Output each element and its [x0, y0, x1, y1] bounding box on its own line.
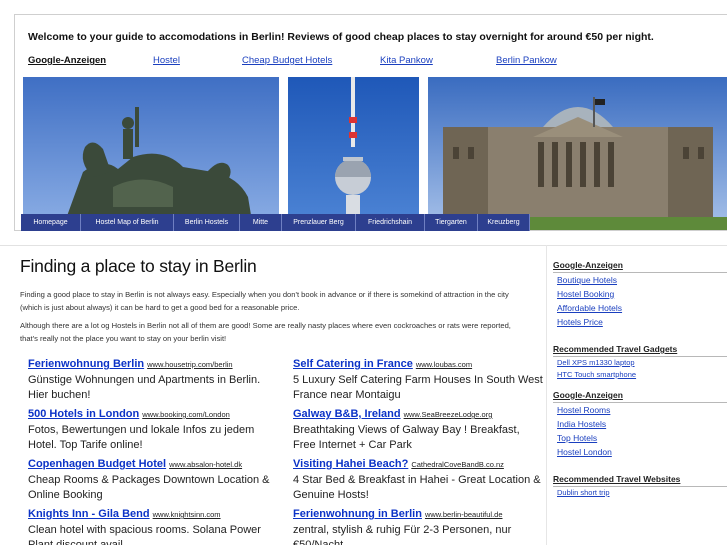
ad-description: 4 Star Bed & Breakfast in Hahei - Great …	[293, 474, 541, 501]
sidebar-gadgets-heading: Recommended Travel Gadgets	[553, 344, 678, 354]
nav-friedrichshain[interactable]: Friedrichshain	[356, 214, 425, 231]
sidebar-ads-heading[interactable]: Google-Anzeigen	[553, 260, 623, 270]
tv-tower-photo	[288, 77, 419, 230]
ad-unit[interactable]: Ferienwohnung in Berlin www.berlin-beauti…	[293, 507, 545, 545]
sidebar-link-hostel-rooms[interactable]: Hostel Rooms	[557, 405, 610, 415]
ad-title[interactable]: 500 Hotels in London	[28, 408, 139, 420]
ad-title[interactable]: Knights Inn - Gila Bend	[28, 508, 150, 520]
ad-title[interactable]: Copenhagen Budget Hotel	[28, 458, 166, 470]
sidebar-link-dell-xps[interactable]: Dell XPS m1330 laptop	[557, 358, 635, 367]
sidebar-link-boutique-hotels[interactable]: Boutique Hotels	[557, 275, 617, 285]
header-photos	[23, 77, 727, 230]
ad-title[interactable]: Galway B&B, Ireland	[293, 408, 401, 420]
ad-url[interactable]: CathedralCoveBandB.co.nz	[411, 460, 504, 469]
ad-url[interactable]: www.berlin-beautiful.de	[425, 510, 503, 519]
ad-unit[interactable]: Galway B&B, Ireland www.SeaBreezeLodge.or…	[293, 407, 545, 452]
ad-unit[interactable]: 500 Hotels in London www.booking.com/Lond…	[28, 407, 280, 452]
google-ads-label[interactable]: Google-Anzeigen	[28, 55, 106, 66]
sidebar-link-hostel-london[interactable]: Hostel London	[557, 447, 612, 457]
ad-description: zentral, stylish & ruhig Für 2-3 Persone…	[293, 524, 512, 545]
ad-title[interactable]: Self Catering in France	[293, 358, 413, 370]
ad-url[interactable]: www.housetrip.com/berlin	[147, 360, 232, 369]
sidebar-link-india-hostels[interactable]: India Hostels	[557, 419, 606, 429]
top-links-bar: Google-Anzeigen Hostel Cheap Budget Hote…	[28, 55, 718, 69]
sidebar-link-hostel-booking[interactable]: Hostel Booking	[557, 289, 614, 299]
ad-title[interactable]: Ferienwohnung in Berlin	[293, 508, 422, 520]
ad-url[interactable]: www.knightsinn.com	[153, 510, 221, 519]
reichstag-photo	[428, 77, 727, 230]
sidebar-link-dublin-short-trip[interactable]: Dublin short trip	[557, 488, 610, 497]
nav-hostel-map-of-berlin[interactable]: Hostel Map of Berlin	[81, 214, 174, 231]
top-link-kita-pankow[interactable]: Kita Pankow	[380, 55, 433, 66]
ad-url[interactable]: www.loubas.com	[416, 360, 472, 369]
nav-prenzlauer-berg[interactable]: Prenzlauer Berg	[282, 214, 356, 231]
ad-unit[interactable]: Copenhagen Budget Hotel www.absalon-hotel…	[28, 457, 280, 502]
ad-url[interactable]: www.booking.com/London	[142, 410, 230, 419]
ad-grid: Ferienwohnung Berlin www.housetrip.com/be…	[28, 357, 550, 545]
ad-unit[interactable]: Visiting Hahei Beach? CathedralCoveBandB.…	[293, 457, 545, 502]
top-link-cheap-budget-hotels[interactable]: Cheap Budget Hotels	[242, 55, 332, 66]
sidebar-link-affordable-hotels[interactable]: Affordable Hotels	[557, 303, 622, 313]
ad-unit[interactable]: Self Catering in France www.loubas.com 5 …	[293, 357, 545, 402]
sidebar-rule	[553, 486, 727, 487]
welcome-text: Welcome to your guide to accomodations i…	[28, 31, 654, 43]
ad-description: Breathtaking Views of Galway Bay ! Break…	[293, 424, 520, 451]
nav-mitte[interactable]: Mitte	[240, 214, 282, 231]
sidebar-rule	[553, 356, 727, 357]
sidebar-websites-heading: Recommended Travel Websites	[553, 474, 681, 484]
ad-description: Günstige Wohnungen und Apartments in Ber…	[28, 374, 261, 401]
header-divider	[0, 245, 727, 246]
nav-tiergarten[interactable]: Tiergarten	[425, 214, 478, 231]
sidebar-link-top-hotels[interactable]: Top Hotels	[557, 433, 597, 443]
ad-title[interactable]: Ferienwohnung Berlin	[28, 358, 144, 370]
top-link-berlin-pankow[interactable]: Berlin Pankow	[496, 55, 557, 66]
nav-kreuzberg[interactable]: Kreuzberg	[478, 214, 530, 231]
ad-unit[interactable]: Ferienwohnung Berlin www.housetrip.com/be…	[28, 357, 280, 402]
ad-description: 5 Luxury Self Catering Farm Houses In So…	[293, 374, 543, 401]
quadriga-photo	[23, 77, 279, 230]
intro-paragraph-1: Finding a good place to stay in Berlin i…	[20, 290, 509, 312]
sidebar-link-htc-touch[interactable]: HTC Touch smartphone	[557, 370, 636, 379]
sidebar-rule	[553, 272, 727, 273]
header-box: Welcome to your guide to accomodations i…	[14, 14, 727, 231]
sidebar-link-hotels-price[interactable]: Hotels Price	[557, 317, 603, 327]
sidebar-ads-heading-2[interactable]: Google-Anzeigen	[553, 390, 623, 400]
sidebar-divider	[546, 245, 547, 545]
sidebar-rule	[553, 402, 727, 403]
ad-description: Fotos, Bewertungen und lokale Infos zu j…	[28, 424, 255, 451]
page-title: Finding a place to stay in Berlin	[20, 256, 257, 276]
top-link-hostel[interactable]: Hostel	[153, 55, 180, 66]
intro-paragraph-2: Although there are a lot og Hostels in B…	[20, 321, 511, 343]
nav-berlin-hostels[interactable]: Berlin Hostels	[174, 214, 240, 231]
ad-url[interactable]: www.SeaBreezeLodge.org	[404, 410, 493, 419]
ad-description: Cheap Rooms & Packages Downtown Location…	[28, 474, 270, 501]
ad-title[interactable]: Visiting Hahei Beach?	[293, 458, 408, 470]
nav-homepage[interactable]: Homepage	[21, 214, 81, 231]
main-nav: Homepage Hostel Map of Berlin Berlin Hos…	[21, 214, 530, 231]
ad-description: Clean hotel with spacious rooms. Solana …	[28, 524, 261, 545]
ad-unit[interactable]: Knights Inn - Gila Bend www.knightsinn.co…	[28, 507, 280, 545]
ad-url[interactable]: www.absalon-hotel.dk	[169, 460, 242, 469]
